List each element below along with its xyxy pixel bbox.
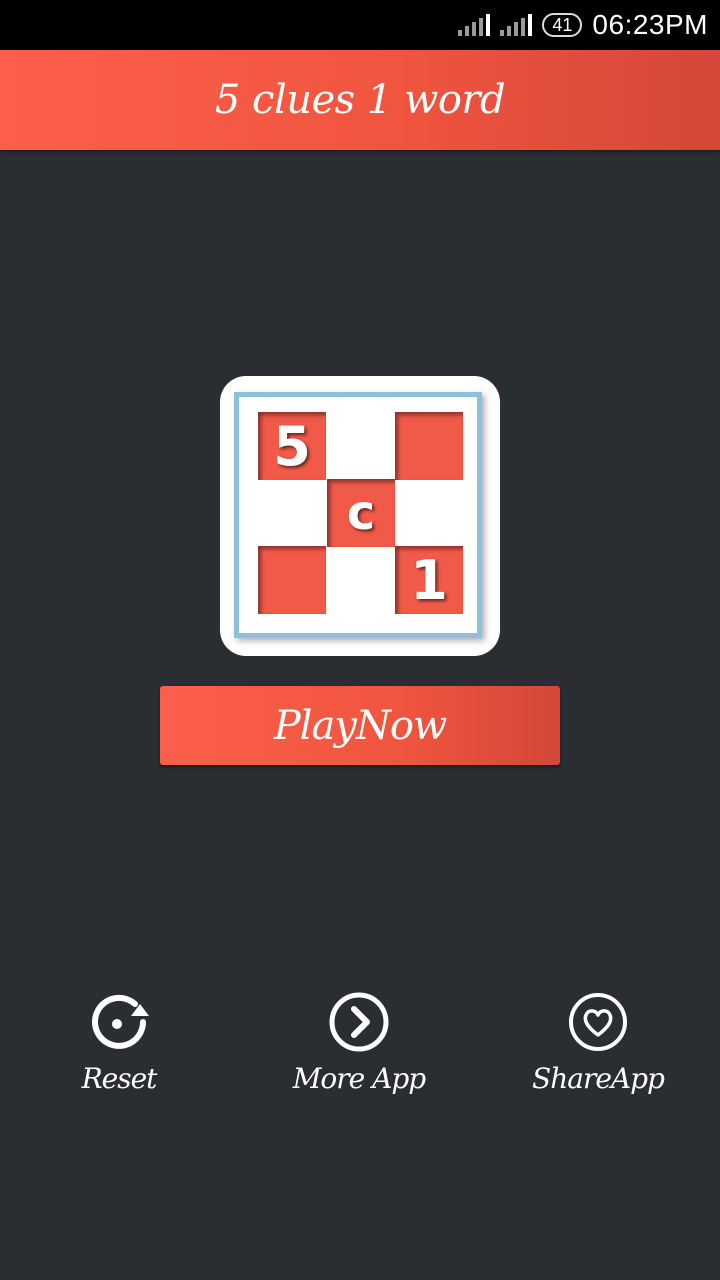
status-bar: 41 06:23PM — [0, 0, 720, 50]
more-app-button[interactable]: More App — [259, 990, 459, 1110]
signal-strength-icon-2 — [500, 14, 533, 36]
logo-cell-bottom-right: 1 — [395, 546, 463, 614]
reset-icon — [92, 994, 149, 1049]
heart-circle-icon — [569, 993, 627, 1051]
status-time: 06:23PM — [592, 9, 708, 40]
play-now-label: PlayNow — [273, 702, 447, 749]
logo-cell-top-left: 5 — [258, 412, 326, 480]
logo-cell-center: c — [327, 479, 395, 547]
share-app-button[interactable]: ShareApp — [498, 990, 698, 1110]
reset-label: Reset — [81, 1062, 158, 1095]
logo-cell-bottom-left — [258, 546, 326, 614]
signal-strength-icon-1 — [458, 14, 491, 36]
play-now-button[interactable]: PlayNow — [160, 686, 560, 765]
chevron-right-circle-icon — [329, 992, 389, 1052]
share-app-label: ShareApp — [532, 1062, 665, 1095]
logo-frame: 5 c 1 — [234, 392, 482, 638]
logo-cell-top-right — [395, 412, 463, 480]
more-app-label: More App — [292, 1062, 426, 1095]
battery-indicator: 41 — [542, 13, 583, 37]
app-logo: 5 c 1 — [220, 376, 500, 656]
reset-button[interactable]: Reset — [19, 990, 219, 1110]
app-title: 5 clues 1 word — [214, 77, 506, 123]
app-header: 5 clues 1 word — [0, 50, 720, 150]
